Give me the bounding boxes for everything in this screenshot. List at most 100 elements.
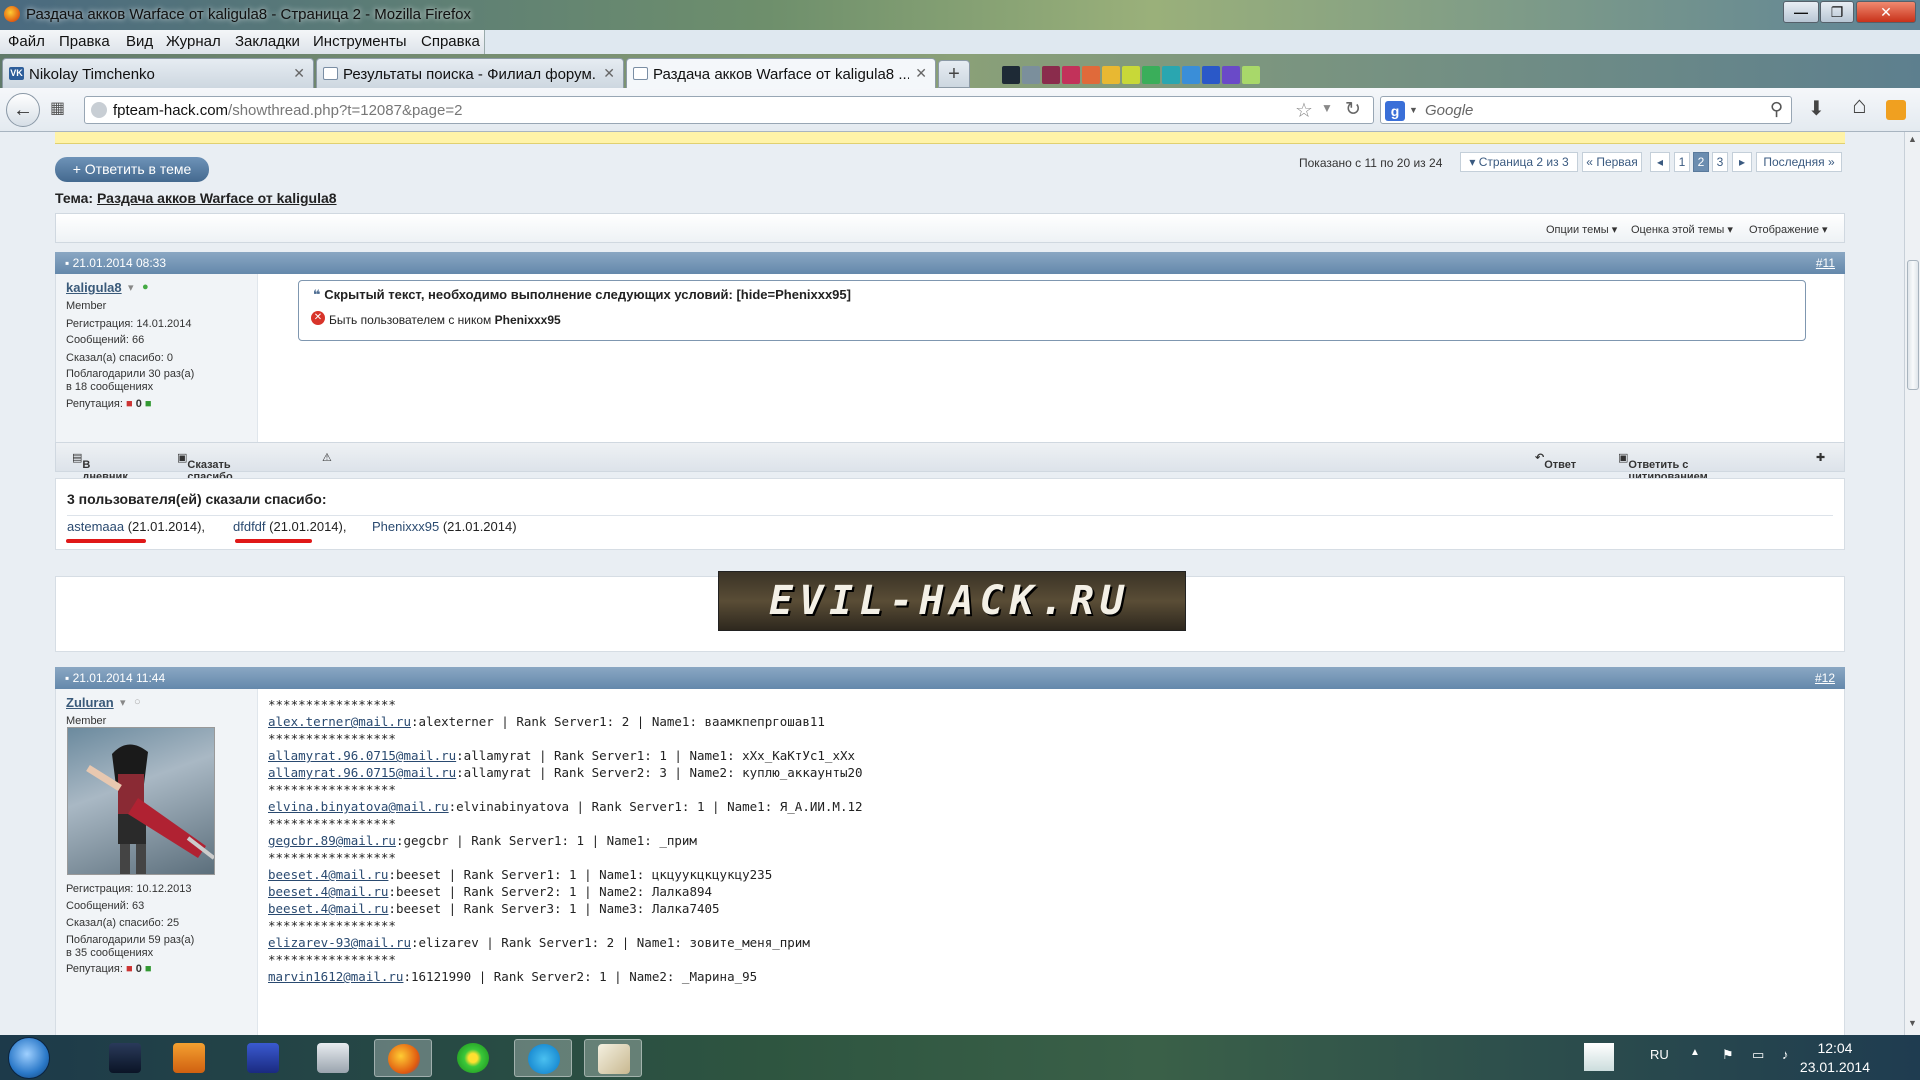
google-icon[interactable]: g — [1385, 101, 1405, 121]
page-link-1[interactable]: 1 — [1674, 152, 1690, 172]
language-indicator[interactable]: RU — [1650, 1047, 1669, 1062]
post-number-link[interactable]: #12 — [1815, 671, 1835, 685]
account-line: ***************** — [268, 731, 396, 746]
first-page-link[interactable]: « Первая — [1582, 152, 1642, 172]
thanks-user-link[interactable]: astemaaa — [67, 519, 124, 534]
report-icon[interactable]: ⚠ — [322, 451, 332, 464]
notice-bar — [55, 132, 1845, 144]
taskbar-app-paint[interactable] — [584, 1039, 642, 1077]
system-clock[interactable]: 12:04 23.01.2014 — [1800, 1039, 1870, 1077]
email-link[interactable]: marvin1612@mail.ru — [268, 969, 403, 984]
reply-with-quote-button[interactable]: ▣ Ответить с цитированием — [1618, 451, 1708, 483]
search-icon[interactable]: ⚲ — [1770, 99, 1783, 120]
post-number-link[interactable]: #11 — [1816, 256, 1835, 270]
downloads-icon[interactable]: ⬇ — [1808, 96, 1825, 121]
home-icon[interactable]: ⌂ — [1852, 92, 1867, 120]
account-details: ***************** — [268, 697, 396, 712]
thread-options-menu[interactable]: Опции темы ▾ — [1546, 223, 1617, 236]
volume-icon[interactable]: ♪ — [1782, 1047, 1789, 1062]
email-link[interactable]: beeset.4@mail.ru — [268, 884, 388, 899]
username-link[interactable]: Zuluran — [66, 695, 114, 710]
diary-button[interactable]: ▤ В дневник — [72, 451, 128, 483]
back-button[interactable]: ← — [6, 93, 40, 127]
taskbar-app-window[interactable] — [96, 1039, 154, 1077]
email-link[interactable]: allamyrat.96.0715@mail.ru — [268, 748, 456, 763]
taskbar-app-media[interactable] — [160, 1039, 218, 1077]
scrollbar-thumb[interactable] — [1907, 260, 1919, 390]
addon-icon[interactable] — [1886, 100, 1906, 120]
account-details: :16121990 | Rank Server2: 1 | Name2: _Ма… — [403, 969, 758, 984]
color-swatch — [1242, 66, 1260, 84]
menu-view[interactable]: Вид — [126, 33, 153, 50]
tab-vk[interactable]: VK Nikolay Timchenko ✕ — [2, 58, 314, 88]
network-icon[interactable]: ▭ — [1752, 1047, 1764, 1063]
tab-close-icon[interactable]: ✕ — [915, 65, 927, 82]
close-window-button[interactable]: ✕ — [1856, 1, 1916, 23]
say-thanks-button[interactable]: ▣ Сказать спасибо — [177, 451, 233, 483]
evil-hack-banner[interactable]: EVIL-HACK.RU — [718, 571, 1186, 631]
taskbar-app-firefox[interactable] — [374, 1039, 432, 1077]
menu-tools[interactable]: Инструменты — [313, 33, 407, 50]
email-link[interactable]: allamyrat.96.0715@mail.ru — [268, 765, 456, 780]
rep-plus-icon[interactable]: ■ — [145, 398, 152, 410]
email-link[interactable]: elizarev-93@mail.ru — [268, 935, 411, 950]
rep-plus-icon[interactable]: ■ — [145, 963, 152, 975]
action-center-flag-icon[interactable]: ⚑ — [1722, 1047, 1734, 1063]
tab-search-results[interactable]: Результаты поиска - Филиал форум... ✕ — [316, 58, 624, 88]
maximize-button[interactable]: ❐ — [1820, 1, 1854, 23]
thanks-user-link[interactable]: Phenixxx95 — [372, 519, 439, 534]
reply-button[interactable]: ↶ Ответ — [1535, 451, 1576, 471]
new-tab-button[interactable]: + — [938, 60, 970, 88]
rep-minus-icon[interactable]: ■ — [126, 963, 133, 975]
rate-thread-menu[interactable]: Оценка этой темы ▾ — [1631, 223, 1733, 236]
page-of-dropdown[interactable]: ▾ Страница 2 из 3 — [1460, 152, 1578, 172]
vertical-scrollbar[interactable]: ▲ ▼ — [1904, 132, 1920, 1035]
username-link[interactable]: kaligula8 — [66, 280, 122, 295]
grid-icon[interactable]: ▦ — [50, 98, 65, 118]
menu-file[interactable]: Файл — [8, 33, 45, 50]
multiquote-icon[interactable]: ✚ — [1816, 451, 1825, 464]
menu-edit[interactable]: Правка — [59, 33, 110, 50]
display-mode-menu[interactable]: Отображение ▾ — [1749, 223, 1828, 236]
next-page-icon[interactable]: ▸ — [1732, 152, 1752, 172]
user-menu-dropdown-icon[interactable]: ▾ — [120, 696, 126, 709]
thread-title-link[interactable]: Раздача акков Warface от kaligula8 — [97, 190, 337, 206]
reply-in-thread-button[interactable]: + Ответить в теме — [55, 157, 209, 182]
user-avatar[interactable] — [67, 727, 215, 875]
prev-page-icon[interactable]: ◂ — [1650, 152, 1670, 172]
menu-bookmarks[interactable]: Закладки — [235, 33, 300, 50]
thanks-block: 3 пользователя(ей) сказали спасибо: aste… — [55, 478, 1845, 550]
tab-current-thread[interactable]: Раздача акков Warface от kaligula8 ... ✕ — [626, 58, 936, 89]
scroll-down-icon[interactable]: ▼ — [1908, 1018, 1917, 1028]
tab-close-icon[interactable]: ✕ — [293, 65, 305, 82]
minimize-button[interactable]: — — [1783, 1, 1819, 23]
user-menu-dropdown-icon[interactable]: ▾ — [128, 281, 134, 294]
rep-minus-icon[interactable]: ■ — [126, 398, 133, 410]
bookmark-star-icon[interactable]: ☆ — [1295, 98, 1313, 123]
menu-help[interactable]: Справка — [421, 33, 480, 50]
page-link-3[interactable]: 3 — [1712, 152, 1728, 172]
tray-expand-icon[interactable]: ▲ — [1690, 1047, 1700, 1058]
url-bar[interactable]: fpteam-hack.com/showthread.php?t=12087&p… — [84, 96, 1374, 124]
email-link[interactable]: gegcbr.89@mail.ru — [268, 833, 396, 848]
reload-icon[interactable]: ↻ — [1345, 98, 1361, 121]
email-link[interactable]: elvina.binyatova@mail.ru — [268, 799, 449, 814]
menu-history[interactable]: Журнал — [166, 33, 221, 50]
search-engine-dropdown-icon[interactable]: ▼ — [1409, 105, 1418, 115]
url-dropdown-icon[interactable]: ▼ — [1321, 101, 1333, 115]
taskbar-app-save[interactable] — [234, 1039, 292, 1077]
site-identity-icon[interactable] — [91, 102, 107, 118]
taskbar-app-skype[interactable] — [514, 1039, 572, 1077]
email-link[interactable]: beeset.4@mail.ru — [268, 901, 388, 916]
taskbar-app-icq[interactable] — [444, 1039, 502, 1077]
last-page-link[interactable]: Последняя » — [1756, 152, 1842, 172]
email-link[interactable]: beeset.4@mail.ru — [268, 867, 388, 882]
tab-close-icon[interactable]: ✕ — [603, 65, 615, 82]
pen-input-icon[interactable] — [1584, 1043, 1614, 1071]
email-link[interactable]: alex.terner@mail.ru — [268, 714, 411, 729]
taskbar-app-calculator[interactable] — [304, 1039, 362, 1077]
start-button[interactable] — [8, 1037, 50, 1079]
thanks-user-link[interactable]: dfdfdf — [233, 519, 266, 534]
scroll-up-icon[interactable]: ▲ — [1908, 134, 1917, 144]
search-bar[interactable]: g ▼ Google ⚲ — [1380, 96, 1792, 124]
